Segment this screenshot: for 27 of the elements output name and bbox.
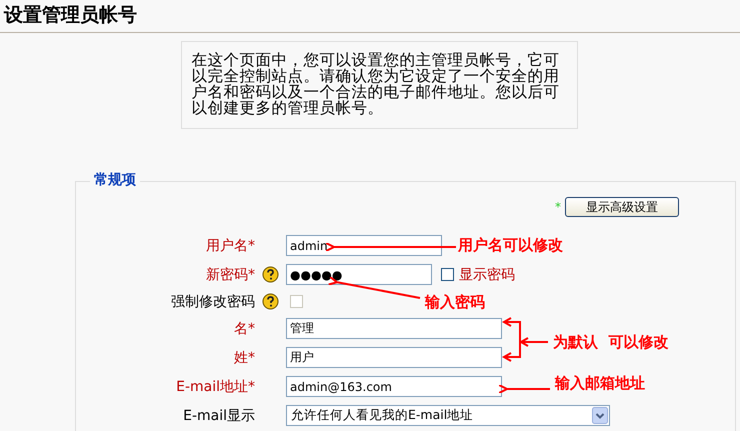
arrow [498, 384, 550, 394]
field-label: 新密码* [206, 266, 255, 284]
annotation-text: 输入邮箱地址 [555, 374, 645, 393]
intro-text: 在这个页面中，您可以设置您的主管理员帐号，它可以完全控制站点。请确认您为它设定了一个安全的用户名和密码以及一个合法的电子邮件地址。您以后可以创建更多的管理员帐号。 [180, 41, 578, 129]
annotation-text: 用户名可以修改 [458, 236, 563, 255]
text-field[interactable]: ●●●●● [286, 264, 432, 285]
field-label: 强制修改密码 [171, 292, 255, 310]
checkbox-label[interactable]: 显示密码 [459, 266, 515, 284]
field-label: 姓* [234, 348, 255, 366]
text-field[interactable]: admin@163.com [286, 376, 502, 397]
text-field[interactable]: 管理 [286, 318, 502, 339]
text-field[interactable]: admin [286, 235, 442, 256]
advanced-settings-button[interactable]: 显示高级设置 [565, 197, 679, 217]
annotation-text: 输入密码 [425, 293, 485, 312]
text-field[interactable]: 用户 [286, 347, 502, 368]
dropdown[interactable]: 允许任何人看见我的E-mail地址 [286, 405, 610, 426]
section-legend: 常规项 [90, 171, 140, 189]
help-icon[interactable] [262, 266, 279, 283]
field-label: E-mail地址* [176, 378, 255, 396]
checkbox[interactable] [441, 268, 454, 281]
field-label: E-mail显示 [183, 406, 255, 424]
bracket-arrow [502, 317, 549, 362]
page-title: 设置管理员帐号 [4, 3, 138, 28]
annotation-text: 为默认 可以修改 [553, 333, 668, 352]
required-mark: * [555, 200, 561, 214]
field-label: 名* [234, 320, 255, 338]
field-label: 用户名* [206, 236, 255, 254]
